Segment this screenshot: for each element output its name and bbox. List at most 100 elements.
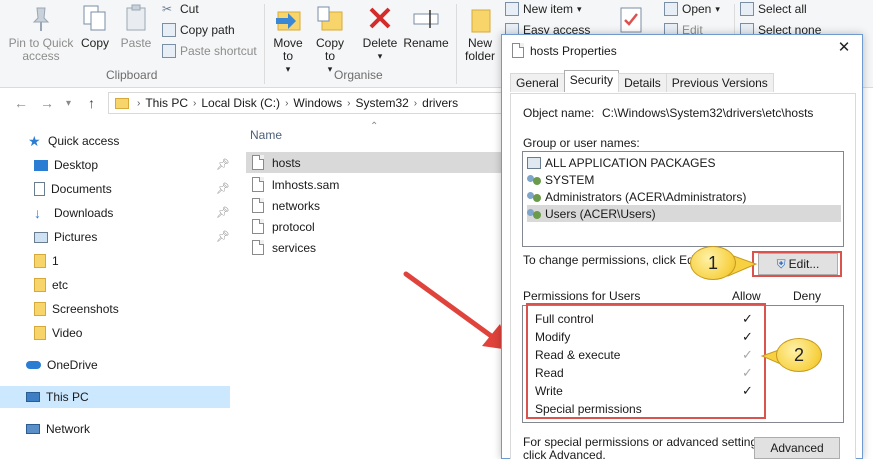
sidebar-item-screenshots[interactable]: Screenshots xyxy=(0,298,230,320)
users-icon xyxy=(527,174,541,186)
copy-to-icon xyxy=(316,4,344,34)
pin-icon[interactable]: 📌︎ xyxy=(216,158,230,171)
list-item[interactable]: lmhosts.sam xyxy=(246,174,502,195)
close-icon[interactable]: ✕ xyxy=(834,38,854,56)
breadcrumb-item[interactable]: Windows xyxy=(293,96,342,110)
callout-badge-2: 2 xyxy=(776,338,822,372)
new-folder-button[interactable]: New folder xyxy=(462,4,498,63)
breadcrumb-item[interactable]: System32 xyxy=(355,96,408,110)
pin-icon[interactable]: 📌︎ xyxy=(216,230,230,243)
folder-icon xyxy=(34,326,46,340)
move-to-icon xyxy=(274,4,302,34)
sidebar-item-1[interactable]: 1 xyxy=(0,250,230,272)
organise-group-label: Organise xyxy=(334,68,383,82)
documents-icon xyxy=(34,182,45,196)
list-item[interactable]: protocol xyxy=(246,216,502,237)
group-names-label: Group or user names: xyxy=(523,136,640,150)
list-item[interactable]: services xyxy=(246,237,502,258)
file-icon xyxy=(252,219,264,234)
tab-security[interactable]: Security xyxy=(563,70,620,92)
sidebar-item-video[interactable]: Video xyxy=(0,322,230,344)
sidebar-item-quick-access[interactable]: ★ Quick access xyxy=(0,130,230,152)
file-icon xyxy=(252,240,264,255)
sidebar-item-downloads[interactable]: ↓ Downloads 📌︎ xyxy=(0,202,230,224)
breadcrumb-item[interactable]: This PC xyxy=(145,96,188,110)
navigation-pane: ★ Quick access Desktop 📌︎ Documents 📌︎ ↓… xyxy=(0,122,232,459)
deny-column-header: Deny xyxy=(793,289,822,303)
cut-button[interactable]: ✂ Cut xyxy=(162,0,199,18)
list-item[interactable]: hosts xyxy=(246,152,502,173)
advanced-button[interactable]: Advanced xyxy=(754,437,840,459)
pin-to-quick-access-button[interactable]: Pin to Quick access xyxy=(6,4,76,63)
delete-button[interactable]: Delete ▾ xyxy=(360,4,400,63)
clipboard-icon xyxy=(122,4,150,34)
folder-icon xyxy=(34,302,46,316)
object-name-value: C:\Windows\System32\drivers\etc\hosts xyxy=(602,106,814,120)
computer-icon xyxy=(26,392,40,402)
open-button[interactable]: Open ▾ xyxy=(664,0,720,18)
tab-previous-versions[interactable]: Previous Versions xyxy=(665,73,774,92)
desktop-icon xyxy=(34,159,48,171)
ribbon-divider xyxy=(264,4,265,84)
ribbon-divider xyxy=(456,4,457,84)
group-list[interactable]: ALL APPLICATION PACKAGES SYSTEM Administ… xyxy=(522,151,844,247)
select-all-button[interactable]: Select all xyxy=(740,0,807,18)
list-item[interactable]: networks xyxy=(246,195,502,216)
star-icon: ★ xyxy=(28,133,41,149)
tab-bar: General Security Details Previous Versio… xyxy=(510,70,774,93)
copy-path-icon xyxy=(162,23,176,37)
move-to-button[interactable]: Move to ▾ xyxy=(270,4,306,76)
properties-icon xyxy=(617,4,645,34)
edit-button-highlight xyxy=(752,251,842,277)
folder-icon xyxy=(115,97,129,109)
tab-details[interactable]: Details xyxy=(618,73,667,92)
sidebar-item-this-pc[interactable]: This PC xyxy=(0,386,230,408)
copy-icon xyxy=(81,4,109,34)
sidebar-item-documents[interactable]: Documents 📌︎ xyxy=(0,178,230,200)
tab-general[interactable]: General xyxy=(510,73,565,92)
recent-locations-icon[interactable]: ▾ xyxy=(66,98,71,109)
network-icon xyxy=(26,424,40,434)
up-arrow-icon[interactable]: ↑ xyxy=(88,95,95,111)
list-item[interactable]: SYSTEM xyxy=(527,171,841,188)
file-icon xyxy=(512,43,524,58)
new-item-icon xyxy=(505,2,519,16)
copy-path-button[interactable]: Copy path xyxy=(162,21,235,39)
delete-icon xyxy=(366,4,394,34)
new-item-button[interactable]: New item ▾ xyxy=(505,0,582,18)
packages-icon xyxy=(527,156,541,169)
list-item[interactable]: Users (ACER\Users) xyxy=(527,205,841,222)
paste-shortcut-button[interactable]: Paste shortcut xyxy=(162,42,257,60)
rename-button[interactable]: Rename xyxy=(402,4,450,50)
pin-icon[interactable]: 📌︎ xyxy=(216,206,230,219)
copy-button[interactable]: Copy xyxy=(78,4,112,50)
scissors-icon: ✂ xyxy=(162,2,173,16)
list-item[interactable]: Administrators (ACER\Administrators) xyxy=(527,188,841,205)
pictures-icon xyxy=(34,231,48,243)
breadcrumb-item[interactable]: drivers xyxy=(422,96,458,110)
pin-icon[interactable]: 📌︎ xyxy=(216,182,230,195)
sidebar-item-network[interactable]: Network xyxy=(0,418,230,440)
breadcrumb[interactable]: › This PC › Local Disk (C:) › Windows › … xyxy=(108,92,508,114)
breadcrumb-item[interactable]: Local Disk (C:) xyxy=(201,96,280,110)
object-name-label: Object name: xyxy=(523,106,595,120)
forward-arrow-icon[interactable]: → xyxy=(40,95,54,111)
sidebar-item-desktop[interactable]: Desktop 📌︎ xyxy=(0,154,230,176)
allow-column-header: Allow xyxy=(732,289,761,303)
pin-icon xyxy=(27,4,55,34)
open-icon xyxy=(664,2,678,16)
paste-button[interactable]: Paste xyxy=(118,4,154,50)
sidebar-item-etc[interactable]: etc xyxy=(0,274,230,296)
sidebar-item-onedrive[interactable]: OneDrive xyxy=(0,354,230,376)
folder-icon xyxy=(34,278,46,292)
folder-icon xyxy=(34,254,46,268)
sidebar-item-pictures[interactable]: Pictures 📌︎ xyxy=(0,226,230,248)
cloud-icon xyxy=(26,361,41,369)
file-icon xyxy=(252,155,264,170)
users-icon xyxy=(527,191,541,203)
copy-to-button[interactable]: Copy to ▾ xyxy=(312,4,348,76)
properties-button[interactable] xyxy=(616,4,646,37)
list-item[interactable]: ALL APPLICATION PACKAGES xyxy=(527,154,841,171)
column-header-name[interactable]: Name xyxy=(250,128,282,142)
back-arrow-icon[interactable]: ← xyxy=(14,95,28,111)
